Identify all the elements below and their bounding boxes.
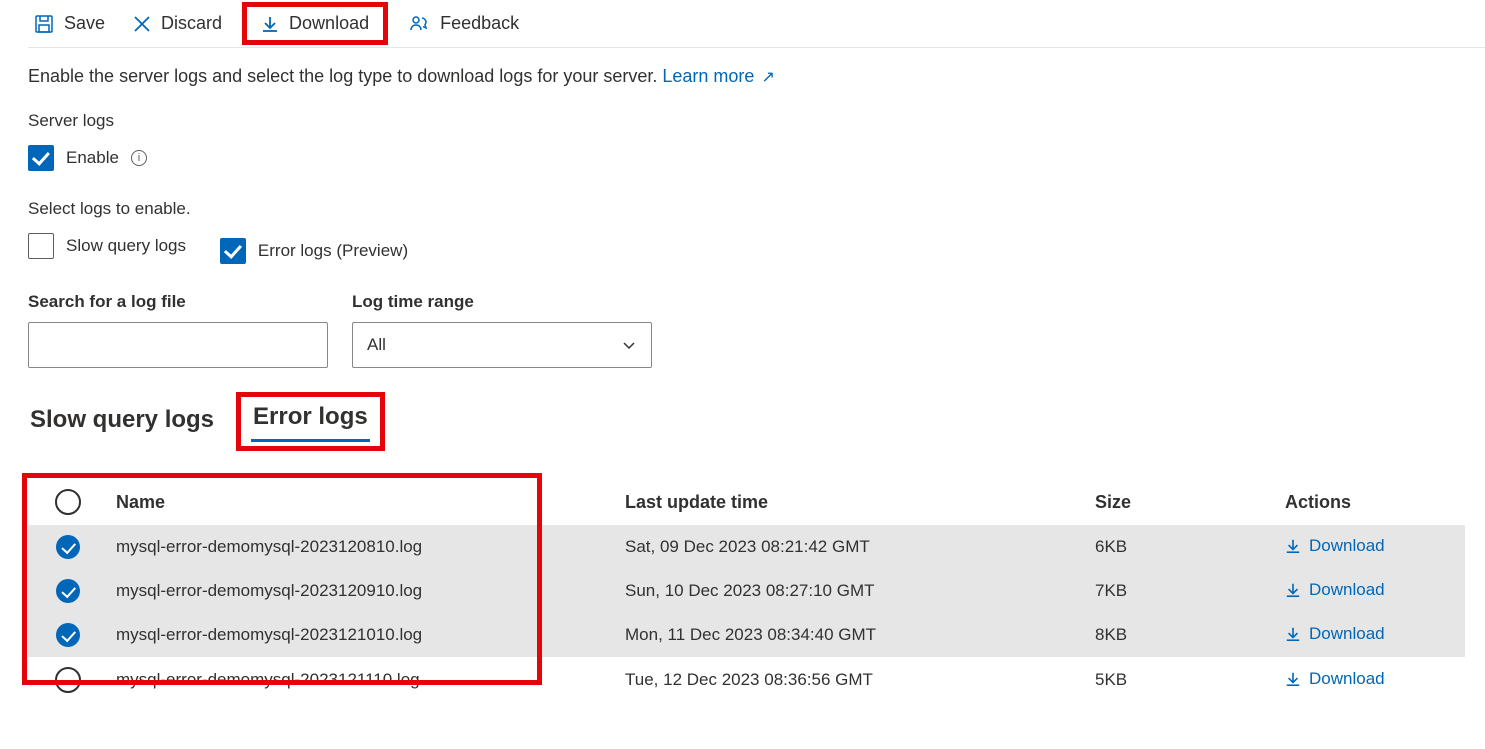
- discard-label: Discard: [161, 13, 222, 34]
- row-time: Tue, 12 Dec 2023 08:36:56 GMT: [625, 670, 1095, 690]
- time-range-value: All: [367, 335, 386, 355]
- log-table: Name Last update time Size Actions mysql…: [28, 479, 1465, 703]
- learn-more-label: Learn more: [662, 66, 754, 86]
- col-actions: Actions: [1285, 492, 1465, 513]
- download-icon: [1285, 671, 1301, 687]
- row-select-toggle[interactable]: [56, 535, 80, 559]
- row-size: 7KB: [1095, 581, 1285, 601]
- external-link-icon: ↗: [761, 69, 774, 86]
- row-name: mysql-error-demomysql-2023120810.log: [108, 537, 625, 557]
- chevron-down-icon: [621, 337, 637, 353]
- row-select-toggle[interactable]: [56, 623, 80, 647]
- row-size: 5KB: [1095, 670, 1285, 690]
- discard-button[interactable]: Discard: [133, 13, 222, 34]
- time-range-select[interactable]: All: [352, 322, 652, 368]
- download-icon: [1285, 538, 1301, 554]
- close-icon: [133, 15, 151, 33]
- row-download-label: Download: [1309, 580, 1385, 600]
- row-select-toggle[interactable]: [55, 667, 81, 693]
- slow-query-checkbox[interactable]: [28, 233, 54, 259]
- row-download-label: Download: [1309, 624, 1385, 644]
- time-range-label: Log time range: [352, 292, 652, 312]
- toolbar: Save Discard Download Feedback: [28, 0, 1485, 48]
- enable-label: Enable: [66, 148, 119, 168]
- table-row[interactable]: mysql-error-demomysql-2023121110.logTue,…: [28, 657, 1465, 703]
- server-logs-heading: Server logs: [28, 111, 1485, 131]
- download-icon: [1285, 626, 1301, 642]
- table-row[interactable]: mysql-error-demomysql-2023121010.logMon,…: [28, 613, 1465, 657]
- save-icon: [34, 14, 54, 34]
- learn-more-link[interactable]: Learn more ↗: [662, 66, 774, 86]
- search-input[interactable]: [28, 322, 328, 368]
- row-download-link[interactable]: Download: [1285, 536, 1385, 556]
- error-logs-label: Error logs (Preview): [258, 241, 408, 261]
- table-row[interactable]: mysql-error-demomysql-2023120810.logSat,…: [28, 525, 1465, 569]
- download-icon: [1285, 582, 1301, 598]
- feedback-icon: [408, 14, 430, 34]
- enable-checkbox[interactable]: [28, 145, 54, 171]
- search-label: Search for a log file: [28, 292, 328, 312]
- select-logs-heading: Select logs to enable.: [28, 199, 1485, 219]
- download-button[interactable]: Download: [242, 2, 388, 45]
- row-download-link[interactable]: Download: [1285, 669, 1385, 689]
- download-label: Download: [289, 13, 369, 34]
- col-size[interactable]: Size: [1095, 492, 1285, 513]
- row-download-label: Download: [1309, 536, 1385, 556]
- row-select-toggle[interactable]: [56, 579, 80, 603]
- row-name: mysql-error-demomysql-2023121110.log: [108, 670, 625, 690]
- col-time[interactable]: Last update time: [625, 492, 1095, 513]
- row-download-link[interactable]: Download: [1285, 580, 1385, 600]
- row-download-link[interactable]: Download: [1285, 624, 1385, 644]
- row-size: 6KB: [1095, 537, 1285, 557]
- row-download-label: Download: [1309, 669, 1385, 689]
- intro-copy: Enable the server logs and select the lo…: [28, 66, 657, 86]
- tab-error-logs[interactable]: Error logs: [251, 399, 370, 442]
- filters: Search for a log file Log time range All: [28, 292, 1485, 368]
- info-icon[interactable]: i: [131, 150, 147, 166]
- tabs: Slow query logs Error logs: [28, 392, 1485, 451]
- row-name: mysql-error-demomysql-2023120910.log: [108, 581, 625, 601]
- save-label: Save: [64, 13, 105, 34]
- slow-query-label: Slow query logs: [66, 236, 186, 256]
- error-logs-checkbox[interactable]: [220, 238, 246, 264]
- row-time: Sat, 09 Dec 2023 08:21:42 GMT: [625, 537, 1095, 557]
- table-row[interactable]: mysql-error-demomysql-2023120910.logSun,…: [28, 569, 1465, 613]
- table-header: Name Last update time Size Actions: [28, 479, 1465, 525]
- save-button[interactable]: Save: [34, 13, 105, 34]
- row-size: 8KB: [1095, 625, 1285, 645]
- row-time: Sun, 10 Dec 2023 08:27:10 GMT: [625, 581, 1095, 601]
- download-icon: [261, 15, 279, 33]
- feedback-button[interactable]: Feedback: [408, 13, 519, 34]
- tab-slow-query[interactable]: Slow query logs: [28, 402, 216, 442]
- feedback-label: Feedback: [440, 13, 519, 34]
- row-time: Mon, 11 Dec 2023 08:34:40 GMT: [625, 625, 1095, 645]
- col-name[interactable]: Name: [108, 492, 625, 513]
- select-all-toggle[interactable]: [55, 489, 81, 515]
- row-name: mysql-error-demomysql-2023121010.log: [108, 625, 625, 645]
- intro-text: Enable the server logs and select the lo…: [28, 66, 1485, 87]
